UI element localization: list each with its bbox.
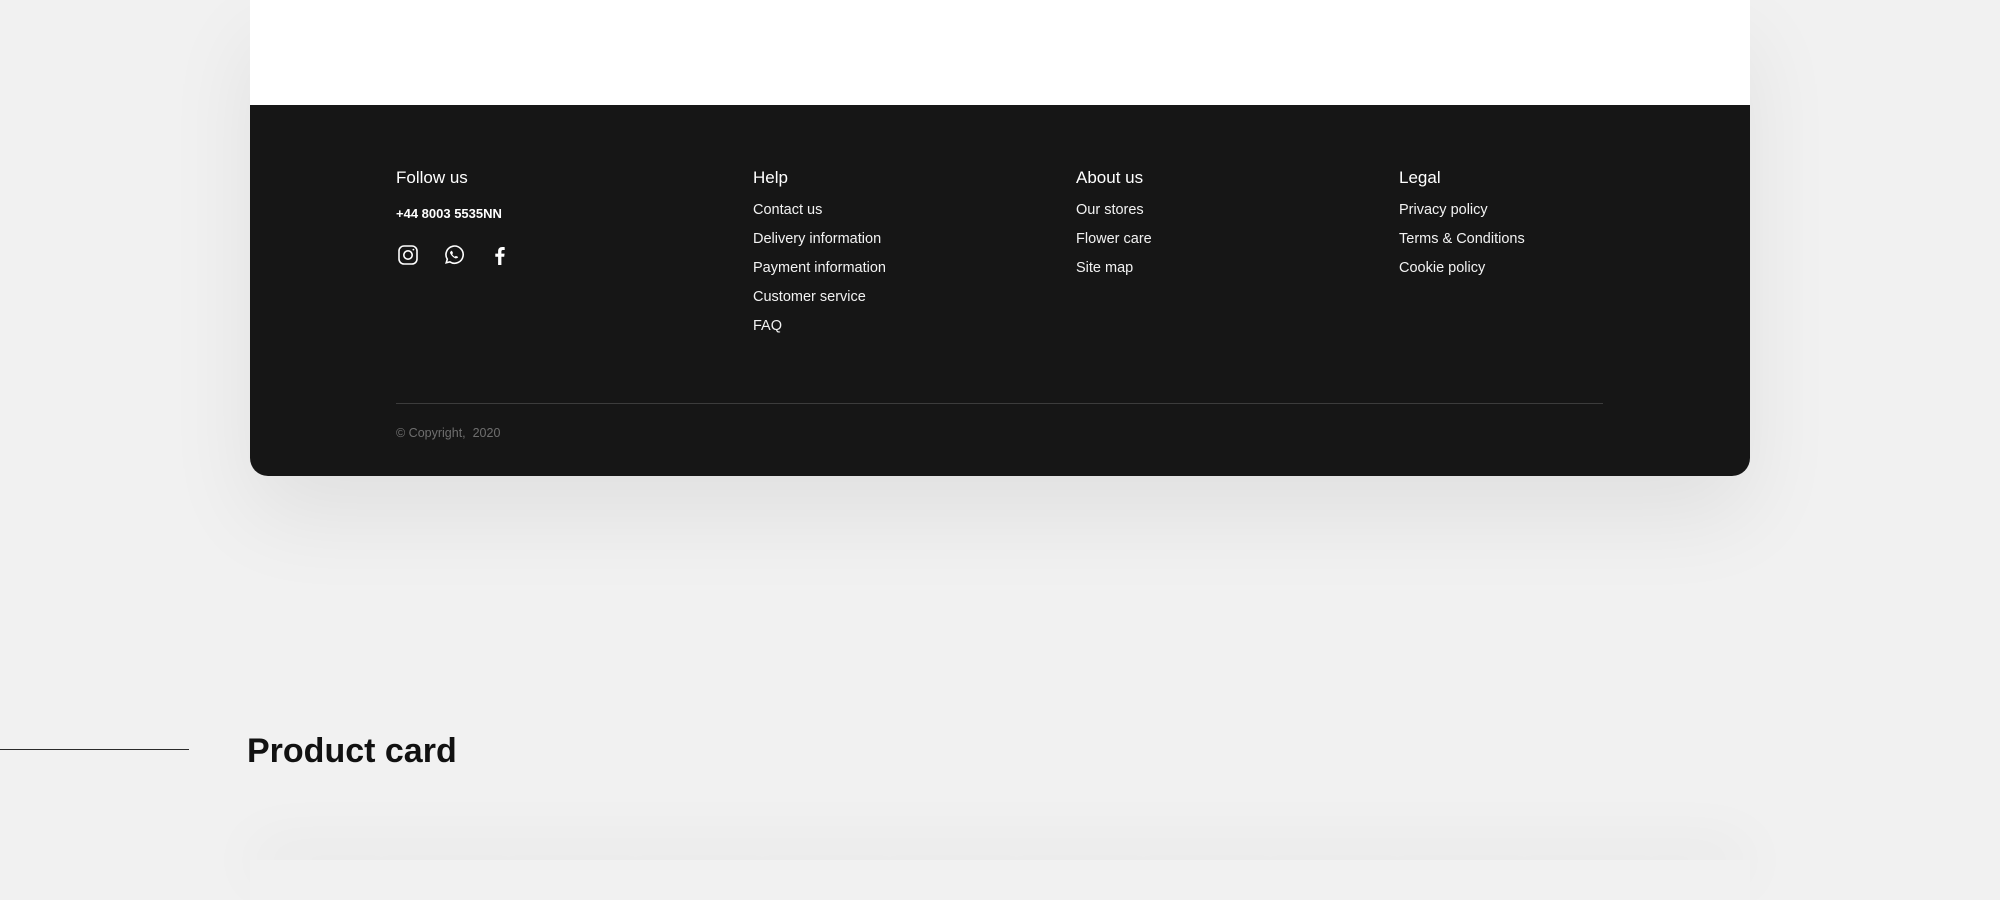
instagram-icon[interactable] (396, 243, 420, 267)
footer-link-payment-information[interactable]: Payment information (753, 259, 886, 277)
footer-link-faq[interactable]: FAQ (753, 317, 886, 335)
footer-link-privacy-policy[interactable]: Privacy policy (1399, 201, 1525, 219)
footer-about-column: About us Our stores Flower care Site map (1076, 167, 1152, 288)
footer-follow-column: Follow us +44 8003 5535NN (396, 167, 512, 267)
footer-follow-title: Follow us (396, 168, 468, 187)
footer-divider (396, 403, 1603, 404)
footer-legal-links: Privacy policy Terms & Conditions Cookie… (1399, 201, 1525, 277)
footer-about-title: About us (1076, 168, 1144, 187)
footer-link-contact-us[interactable]: Contact us (753, 201, 886, 219)
footer-legal-title: Legal (1399, 168, 1441, 187)
footer-phone-number[interactable]: +44 8003 5535NN (396, 205, 512, 223)
footer-about-links: Our stores Flower care Site map (1076, 201, 1152, 277)
next-card-shadow (250, 860, 1750, 900)
section-heading-rule (0, 749, 189, 750)
footer-link-terms-conditions[interactable]: Terms & Conditions (1399, 230, 1525, 248)
footer-link-site-map[interactable]: Site map (1076, 259, 1152, 277)
footer-help-title: Help (753, 168, 788, 187)
footer-link-our-stores[interactable]: Our stores (1076, 201, 1152, 219)
social-links (396, 243, 512, 267)
page-content-area (250, 0, 1750, 105)
site-footer: Follow us +44 8003 5535NN Help Contact u… (250, 105, 1750, 476)
section-heading: Product card (247, 732, 457, 770)
footer-link-customer-service[interactable]: Customer service (753, 288, 886, 306)
footer-copyright: © Copyright, 2020 (396, 426, 501, 440)
whatsapp-icon[interactable] (442, 243, 466, 267)
footer-link-flower-care[interactable]: Flower care (1076, 230, 1152, 248)
footer-help-links: Contact us Delivery information Payment … (753, 201, 886, 335)
footer-help-column: Help Contact us Delivery information Pay… (753, 167, 886, 346)
footer-link-cookie-policy[interactable]: Cookie policy (1399, 259, 1525, 277)
footer-link-delivery-information[interactable]: Delivery information (753, 230, 886, 248)
page-card: Follow us +44 8003 5535NN Help Contact u… (250, 0, 1750, 476)
footer-legal-column: Legal Privacy policy Terms & Conditions … (1399, 167, 1525, 288)
facebook-icon[interactable] (488, 243, 512, 267)
